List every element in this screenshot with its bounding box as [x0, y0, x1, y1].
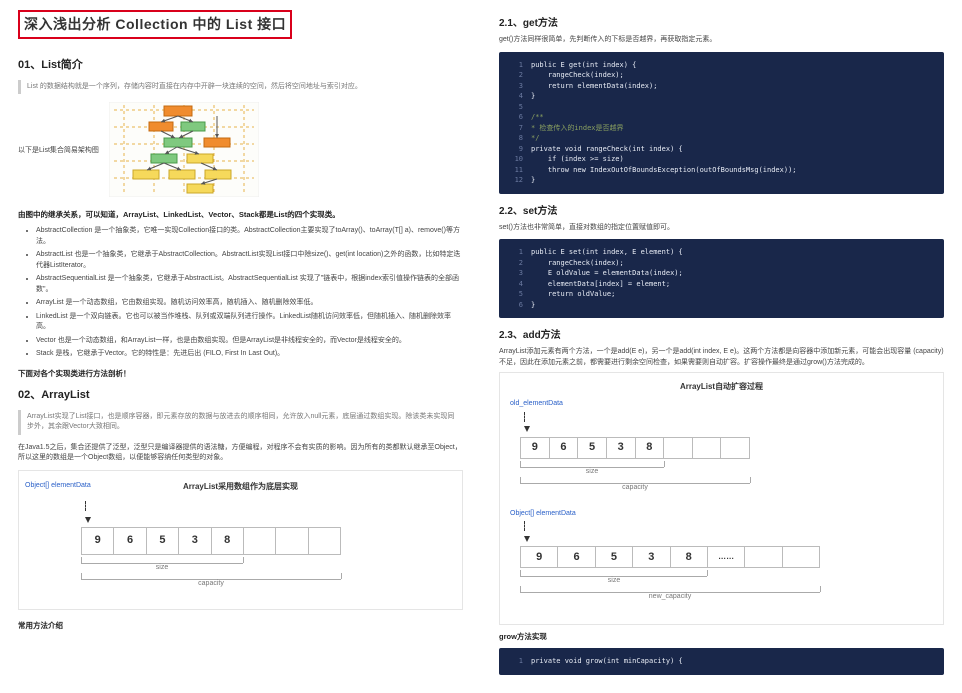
cell: 9 [521, 438, 550, 458]
section-01-tail: 下面对各个实现类进行方法剖析！ [18, 368, 463, 379]
arraylist-array-diagram: Object[] elementData ArrayList采用数组作为底层实现… [18, 470, 463, 610]
cell [276, 528, 308, 554]
cell [664, 438, 693, 458]
new-array-cells: 9 6 5 3 8 …… [520, 546, 820, 568]
cell: 5 [578, 438, 607, 458]
cell: 6 [550, 438, 579, 458]
code-block-set: 1public E set(int index, E element) { 2 … [499, 239, 944, 318]
new-elementdata-label: Object[] elementData [510, 509, 576, 520]
grow-title: ArrayList自动扩容过程 [510, 381, 933, 393]
cell: …… [708, 547, 745, 567]
section-02-quote: ArrayList实现了List接口，也是顺序容器，即元素存放的数据与放进去的顺… [18, 410, 463, 435]
left-column: 深入浅出分析 Collection 中的 List 接口 01、List简介 L… [0, 0, 481, 693]
cell [721, 438, 749, 458]
list-item: AbstractCollection 是一个抽象类，它唯一实现Collectio… [36, 226, 463, 247]
cell [783, 547, 819, 567]
list-item: Stack 是栈，它继承于Vector。它的特性是：先进后出 (FILO, Fi… [36, 349, 463, 360]
cell: 3 [633, 547, 670, 567]
section-21-para: get()方法同样很简单，先判断传入的下标是否越界，再获取指定元素。 [499, 35, 944, 46]
list-item: ArrayList 是一个动态数组，它由数组实现。随机访问效率高，随机插入、随机… [36, 298, 463, 309]
uml-diagram-block: 以下是List集合简易架构图 [18, 102, 463, 201]
capacity-label: capacity [198, 579, 224, 590]
pointer-line [85, 501, 86, 511]
section-01-quote: List 的数据结构就是一个序列，存储内容时直接在内存中开辟一块连续的空间，然后… [18, 80, 463, 95]
capacity-label: capacity [622, 483, 648, 494]
section-01-heading: 01、List简介 [18, 57, 463, 74]
cell [693, 438, 722, 458]
old-elementdata-label: old_elementData [510, 399, 563, 410]
cell: 6 [114, 528, 146, 554]
cell: 9 [521, 547, 558, 567]
section-22-heading: 2.2、set方法 [499, 204, 944, 219]
cell: 8 [671, 547, 708, 567]
methods-intro: 常用方法介绍 [18, 620, 463, 631]
right-column: 2.1、get方法 get()方法同样很简单，先判断传入的下标是否越界，再获取指… [481, 0, 962, 693]
list-item: Vector 也是一个动态数组，和ArrayList一样，也是由数组实现。但是A… [36, 336, 463, 347]
document-root: 深入浅出分析 Collection 中的 List 接口 01、List简介 L… [0, 0, 962, 693]
impl-bullet-list: AbstractCollection 是一个抽象类，它唯一实现Collectio… [18, 226, 463, 360]
section-02-para: 在Java1.5之后，集合还提供了泛型，泛型只是编译器提供的语法糖，方便编程，对… [18, 443, 463, 464]
list-item: AbstractSequentialList 是一个抽象类，它继承于Abstra… [36, 274, 463, 295]
cell: 5 [147, 528, 179, 554]
cell: 9 [82, 528, 114, 554]
list-item: LinkedList 是一个双向链表。它也可以被当作堆栈、队列或双端队列进行操作… [36, 312, 463, 333]
cell: 8 [636, 438, 665, 458]
list-item: AbstractList 也是一个抽象类，它继承于AbstractCollect… [36, 250, 463, 271]
code-block-get: 1public E get(int index) { 2 rangeCheck(… [499, 52, 944, 194]
arrow-down-icon [524, 536, 530, 542]
size-label: size [586, 467, 598, 478]
array-cells: 9 6 5 3 8 [81, 527, 341, 555]
diagram-title: ArrayList采用数组作为底层实现 [31, 481, 450, 493]
section-02-heading: 02、ArrayList [18, 387, 463, 404]
cell [309, 528, 340, 554]
size-label: size [156, 563, 168, 574]
section-23-para: ArrayList添加元素有两个方法，一个是add(E e)，另一个是add(i… [499, 347, 944, 368]
uml-diagram [109, 102, 259, 201]
cell [745, 547, 782, 567]
cell: 3 [179, 528, 211, 554]
grow-diagram: ArrayList自动扩容过程 old_elementData 9 6 5 3 … [499, 372, 944, 625]
grow-method-heading: grow方法实现 [499, 631, 944, 642]
cell [244, 528, 276, 554]
cell: 8 [212, 528, 244, 554]
arrow-down-icon [85, 517, 91, 523]
inherit-summary: 由图中的继承关系，可以知道，ArrayList、LinkedList、Vecto… [18, 209, 463, 220]
section-22-para: set()方法也非常简单，直接对数组的指定位置赋值即可。 [499, 223, 944, 234]
cell: 6 [558, 547, 595, 567]
section-23-heading: 2.3、add方法 [499, 328, 944, 343]
elementdata-label: Object[] elementData [25, 481, 91, 492]
new-capacity-label: new_capacity [649, 592, 691, 603]
uml-caption: 以下是List集合简易架构图 [18, 146, 99, 157]
arrow-down-icon [524, 426, 530, 432]
main-title: 深入浅出分析 Collection 中的 List 接口 [18, 10, 292, 39]
size-label: size [608, 576, 620, 587]
code-block-grow: 1private void grow(int minCapacity) { [499, 648, 944, 675]
cell: 5 [596, 547, 633, 567]
cell: 3 [607, 438, 636, 458]
old-array-cells: 9 6 5 3 8 [520, 437, 750, 459]
section-21-heading: 2.1、get方法 [499, 16, 944, 31]
